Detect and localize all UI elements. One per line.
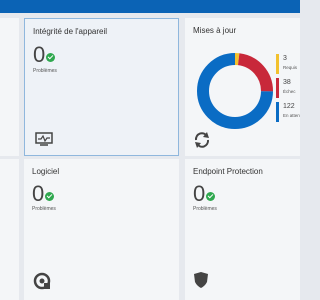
left-partial-tile[interactable] xyxy=(0,18,19,156)
issue-label: Problèmes xyxy=(32,206,56,212)
issue-label: Problèmes xyxy=(33,68,57,74)
top-bar xyxy=(0,0,300,13)
check-icon xyxy=(45,192,54,201)
legend-label: Échec xyxy=(283,89,296,94)
legend-label: En attente xyxy=(283,113,300,118)
software-tile[interactable]: Logiciel 0 Problèmes xyxy=(24,159,179,300)
check-icon xyxy=(46,53,55,62)
software-gear-icon xyxy=(33,272,51,295)
monitor-pulse-icon xyxy=(35,132,53,151)
endpoint-protection-tile[interactable]: Endpoint Protection 0 Problèmes xyxy=(185,159,300,300)
legend-color-bar xyxy=(276,78,279,98)
updates-tile[interactable]: Mises à jour 3 Requis 38 Échec 122 En attente xyxy=(185,18,300,156)
legend-value: 122 xyxy=(283,103,295,110)
tile-title: Logiciel xyxy=(32,167,60,176)
legend-color-bar xyxy=(276,102,279,122)
left-partial-tile-lower[interactable] xyxy=(0,159,19,300)
donut-slice-échec[interactable] xyxy=(237,53,273,92)
tile-title: Mises à jour xyxy=(193,26,237,35)
legend-value: 38 xyxy=(283,79,291,86)
legend-label: Requis xyxy=(283,65,298,70)
issue-label: Problèmes xyxy=(193,206,217,212)
issue-count: 0 xyxy=(193,181,206,206)
issue-count: 0 xyxy=(33,42,46,67)
legend-value: 3 xyxy=(283,55,287,62)
refresh-icon[interactable] xyxy=(193,131,211,154)
issue-count: 0 xyxy=(32,181,45,206)
updates-donut-chart xyxy=(197,53,273,129)
tile-title: Intégrité de l'appareil xyxy=(33,27,108,36)
check-icon xyxy=(206,192,215,201)
device-health-tile[interactable]: Intégrité de l'appareil 0 Problèmes xyxy=(24,18,179,156)
legend-color-bar xyxy=(276,54,279,74)
shield-icon xyxy=(193,271,209,294)
tile-title: Endpoint Protection xyxy=(193,167,263,176)
